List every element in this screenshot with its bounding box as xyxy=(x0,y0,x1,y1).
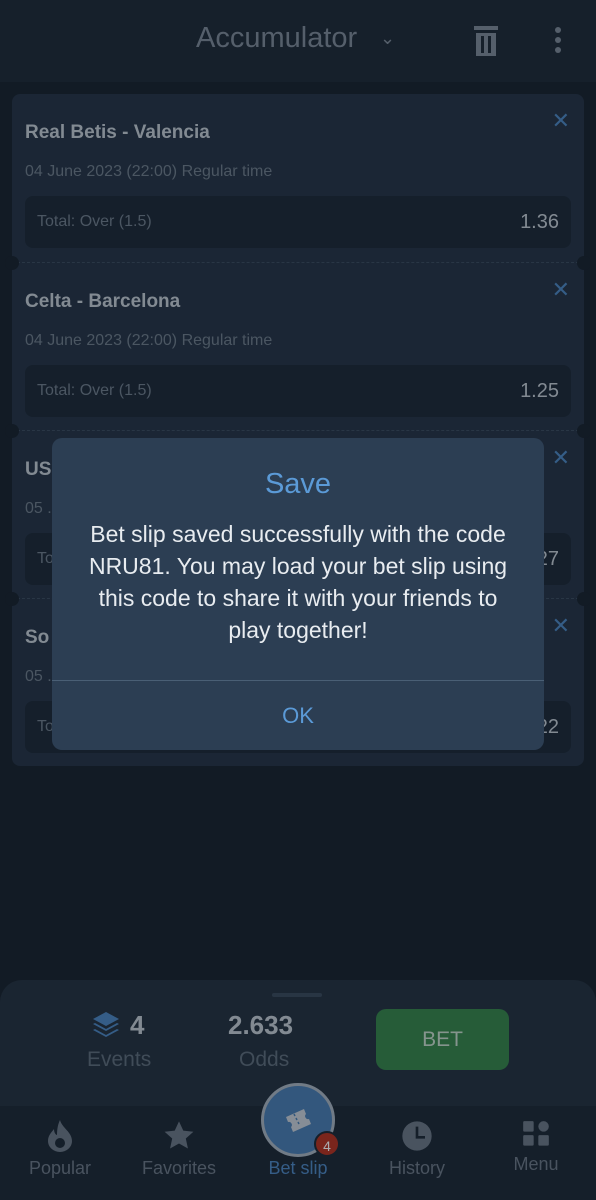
dialog-message: Bet slip saved successfully with the cod… xyxy=(88,521,508,643)
save-dialog: Save Bet slip saved successfully with th… xyxy=(52,438,544,750)
ok-button[interactable]: OK xyxy=(52,681,544,750)
dialog-title: Save xyxy=(264,468,332,500)
